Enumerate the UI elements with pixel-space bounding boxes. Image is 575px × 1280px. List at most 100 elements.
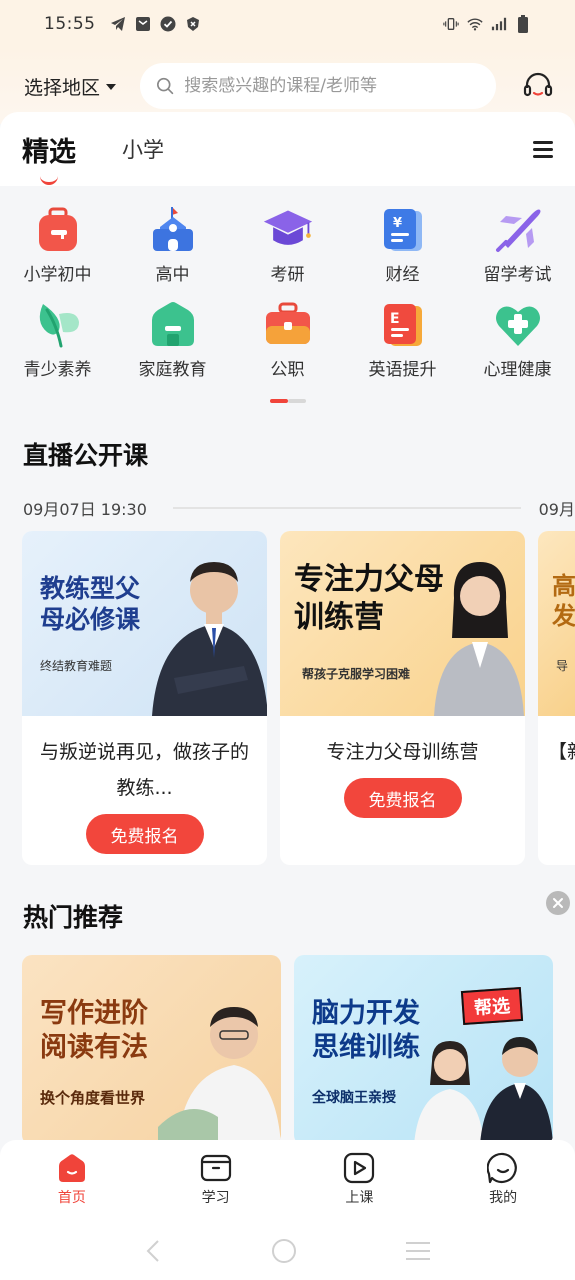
telegram-icon [110,16,126,32]
search-icon [157,77,174,95]
airplane-icon [492,204,544,256]
search-input[interactable] [184,76,481,96]
close-icon [553,898,563,908]
category-mental-health[interactable]: 心理健康 [460,299,575,380]
svg-text:E: E [390,311,400,327]
free-signup-button[interactable]: 免费报名 [85,814,204,854]
category-finance[interactable]: ¥ 财经 [345,204,460,285]
hot-course-list: 写作进阶阅读有法 换个角度看世界 脑力开发思维训练 全球脑王亲授 帮选 [22,955,553,1145]
category-page-indicator [270,399,306,403]
category-label: 青少素养 [23,360,92,380]
course-title: 【新 [548,741,575,763]
category-label: 英语提升 [368,360,437,380]
finance-book-icon: ¥ [377,204,429,256]
backpack-icon [32,204,84,256]
back-icon[interactable] [144,1239,164,1263]
play-icon [343,1152,375,1184]
region-selector[interactable]: 选择地区 [24,73,117,100]
hot-course-card[interactable]: 脑力开发思维训练 全球脑王亲授 帮选 [294,955,553,1145]
cover-title: 高发 [552,572,575,630]
tab-selected[interactable]: 精选 [22,130,76,185]
category-label: 心理健康 [483,360,552,380]
live-course-card[interactable]: 教练型父母必修课 终结教育难题 与叛逆说再见，做孩子的教练... 免费报名 [22,531,267,865]
course-title: 专注力父母训练营 [326,741,479,763]
category-label: 留学考试 [483,265,552,285]
menu-icon-line [533,140,553,144]
home-circle-icon[interactable] [271,1238,297,1264]
live-section-title: 直播公开课 [23,441,149,470]
hot-card-subtitle: 换个角度看世界 [40,1089,146,1107]
category-civil-service[interactable]: 公职 [230,299,345,380]
course-title: 与叛逆说再见，做孩子的教练... [39,741,249,799]
home-icon [56,1152,88,1184]
nav-home[interactable]: 首页 [0,1152,144,1222]
school-icon [147,204,199,256]
category-label: 公职 [270,360,305,380]
category-postgraduate[interactable]: 考研 [230,204,345,285]
bottom-navigation: 首页 学习 上课 我的 [0,1140,575,1222]
briefcase-icon [262,299,314,351]
system-navigation-bar [0,1222,575,1280]
status-time: 15:55 [44,14,96,34]
close-button[interactable] [546,891,570,915]
live-time-row: 09月07日 19:30 09月 [23,496,575,520]
cover-subtitle: 导 [556,659,569,673]
recents-icon[interactable] [404,1240,432,1262]
menu-icon-line [533,147,553,151]
category-label: 考研 [270,265,305,285]
course-cover: 专注力父母训练营 帮孩子克服学习困难 [280,531,525,716]
category-study-abroad[interactable]: 留学考试 [460,204,575,285]
live-time-1: 09月07日 19:30 [23,500,147,519]
live-course-card[interactable]: 专注力父母训练营 帮孩子克服学习困难 专注力父母训练营 免费报名 [280,531,525,865]
category-label: 家庭教育 [138,360,207,380]
svg-text:¥: ¥ [393,216,402,231]
live-course-card-partial[interactable]: 高发 导 【新 [538,531,575,865]
nav-mine[interactable]: 我的 [431,1152,575,1222]
caret-down-icon [106,84,117,90]
hot-section-title: 热门推荐 [23,903,124,932]
course-cover: 高发 导 [538,531,575,716]
check-circle-icon [160,16,176,32]
teacher-photo [434,562,524,716]
indicator-active [270,399,288,403]
headset-icon [523,72,553,97]
system-icons [443,15,531,33]
book-icon [200,1152,232,1184]
nav-label: 我的 [489,1190,518,1206]
nav-class[interactable]: 上课 [288,1152,432,1222]
leaf-icon [32,299,84,351]
cover-subtitle: 帮孩子克服学习困难 [302,667,411,681]
category-family-education[interactable]: 家庭教育 [115,299,230,380]
category-english[interactable]: E 英语提升 [345,299,460,380]
menu-button[interactable] [533,140,553,158]
region-label: 选择地区 [24,76,101,99]
search-bar[interactable] [140,63,497,109]
signal-icon [491,16,507,32]
category-label: 财经 [385,265,420,285]
teacher-photos [414,1037,553,1145]
hot-card-subtitle: 全球脑王亲授 [312,1090,396,1106]
live-course-list: 教练型父母必修课 终结教育难题 与叛逆说再见，做孩子的教练... 免费报名 专注… [22,531,575,865]
hot-course-card[interactable]: 写作进阶阅读有法 换个角度看世界 [22,955,281,1145]
hot-card-title: 写作进阶阅读有法 [40,998,148,1063]
cover-title: 教练型父母必修课 [40,574,141,635]
tab-primary-school[interactable]: 小学 [122,134,164,164]
nav-label: 首页 [57,1190,86,1206]
teacher-photo [158,1007,281,1145]
graduation-cap-icon [262,204,314,256]
category-youth-literacy[interactable]: 青少素养 [0,299,115,380]
free-signup-button[interactable]: 免费报名 [343,778,462,818]
status-bar: 15:55 [0,0,575,48]
category-primary-middle[interactable]: 小学初中 [0,204,115,285]
nav-label: 上课 [345,1190,374,1206]
indicator-inactive [288,399,306,403]
category-high-school[interactable]: 高中 [115,204,230,285]
wifi-icon [467,16,483,32]
battery-icon [515,15,531,33]
nav-study[interactable]: 学习 [144,1152,288,1222]
vibrate-icon [443,16,459,32]
customer-service-button[interactable] [521,69,555,103]
timeline-divider [172,507,521,509]
profile-icon [487,1152,519,1184]
house-icon [147,299,199,351]
